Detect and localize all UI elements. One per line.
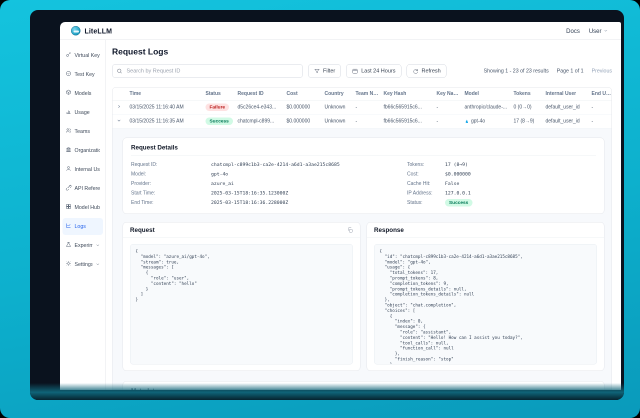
col-key-hash: Key Hash (384, 91, 437, 97)
tokens-value: 17 (8→9) (445, 162, 468, 168)
page-title: Request Logs (112, 47, 612, 57)
cost-value: $0.000000 (445, 172, 471, 178)
copy-icon[interactable] (347, 227, 353, 233)
status-badge: Success (445, 199, 472, 207)
main-content: Request Logs Filter Last 24 Hou (106, 40, 621, 390)
logs-table-card: Time Status Request ID Cost Country Team… (112, 87, 612, 390)
usage-icon (66, 108, 72, 117)
litellm-logo-icon (71, 26, 81, 36)
sidebar-item-internal-users[interactable]: Internal Users (63, 161, 104, 178)
end-time-value: 2025-03-15T18:16:36.228000Z (211, 200, 288, 206)
ip-address-value: 127.0.0.1 (445, 191, 471, 197)
azure-provider-icon (465, 119, 470, 124)
search-icon (117, 68, 123, 77)
table-header-row: Time Status Request ID Cost Country Team… (113, 88, 612, 101)
sidebar-item-experimental[interactable]: Experimental (63, 237, 104, 254)
test-key-icon (66, 70, 72, 79)
request-panel: Request { "model": "azure_ai/gpt-4o", "s… (123, 222, 361, 371)
collapse-row-icon[interactable] (117, 118, 130, 125)
search-input[interactable] (112, 64, 303, 78)
response-panel: Response { "id": "chatcmpl-c899c1b3-ca2e… (367, 222, 605, 371)
previous-page-button[interactable]: Previous (592, 68, 612, 74)
chevron-down-icon (96, 241, 101, 250)
expand-row-icon[interactable] (117, 104, 130, 111)
teams-icon (66, 127, 72, 136)
key-icon (66, 51, 72, 60)
api-reference-icon (66, 184, 72, 193)
top-navbar: LiteLLM Docs User (60, 22, 621, 40)
refresh-icon (412, 68, 418, 74)
model-value: gpt-4o (211, 172, 228, 178)
col-team-name: Team Name (356, 91, 384, 97)
col-model: Model (465, 91, 514, 97)
brand-name: LiteLLM (85, 27, 113, 35)
desktop-background: LiteLLM Docs User Virtual Keys (0, 0, 640, 418)
sidebar-item-virtual-keys[interactable]: Virtual Keys (63, 47, 104, 64)
col-time: Time (130, 91, 206, 97)
logs-icon (66, 222, 72, 231)
refresh-button[interactable]: Refresh (406, 64, 446, 78)
col-tokens: Tokens (514, 91, 546, 97)
page-indicator: Page 1 of 1 (557, 68, 584, 74)
request-id-value: chatcmpl-c899c1b3-ca2e-4214-a6d1-a3ae215… (211, 162, 340, 168)
sidebar-item-model-hub[interactable]: Model Hub (63, 199, 104, 216)
request-panel-title: Request (130, 227, 155, 234)
sidebar-item-api-reference[interactable]: API Reference (63, 180, 104, 197)
col-request-id: Request ID (238, 91, 287, 97)
toolbar: Filter Last 24 Hours Refresh Showing 1 -… (112, 64, 612, 78)
start-time-value: 2025-03-15T18:16:35.123000Z (211, 191, 288, 197)
status-badge: Failure (206, 104, 230, 112)
sidebar-item-organizations[interactable]: Organizations (63, 142, 104, 159)
user-menu-label: User (589, 27, 602, 34)
col-status: Status (206, 91, 238, 97)
status-badge: Success (206, 118, 233, 126)
expanded-row-details: Request Details Request ID:chatcmpl-c899… (113, 129, 612, 390)
col-internal-user: Internal User (546, 91, 592, 97)
pagination: Showing 1 - 23 of 23 results Page 1 of 1… (484, 68, 612, 74)
sidebar: Virtual Keys Test Key Models Usage Teams (60, 40, 106, 390)
brand: LiteLLM (71, 26, 112, 36)
response-json: { "id": "chatcmpl-c899c1b3-ca2e-4214-a6d… (374, 244, 597, 365)
filter-button[interactable]: Filter (308, 64, 341, 78)
request-json: { "model": "azure_ai/gpt-4o", "stream": … (130, 244, 353, 365)
models-icon (66, 89, 72, 98)
sidebar-item-settings[interactable]: Settings (63, 256, 104, 273)
organizations-icon (66, 146, 72, 155)
docs-link[interactable]: Docs (566, 27, 580, 34)
user-menu[interactable]: User (589, 27, 608, 34)
response-panel-title: Response (374, 227, 404, 234)
frame-bottom-glow (30, 383, 624, 400)
col-key-name: Key Name (437, 91, 465, 97)
col-cost: Cost (287, 91, 325, 97)
internal-users-icon (66, 165, 72, 174)
sidebar-item-usage[interactable]: Usage (63, 104, 104, 121)
search-box (112, 64, 303, 78)
request-details-title: Request Details (131, 144, 596, 156)
cache-hit-value: False (445, 181, 459, 187)
col-country: Country (325, 91, 356, 97)
table-row-expanded[interactable]: 03/15/2025 11:16:35 AM Success chatcmpl-… (113, 115, 612, 129)
litellm-app-window: LiteLLM Docs User Virtual Keys (60, 22, 621, 390)
model-hub-icon (66, 203, 72, 212)
filter-icon (314, 68, 320, 74)
sidebar-item-logs[interactable]: Logs (63, 218, 104, 235)
provider-value: azure_ai (211, 181, 234, 187)
browser-window-frame: LiteLLM Docs User Virtual Keys (30, 10, 624, 400)
results-count: Showing 1 - 23 of 23 results (484, 68, 549, 74)
settings-icon (66, 260, 72, 269)
sidebar-item-models[interactable]: Models (63, 85, 104, 102)
chevron-down-icon (96, 260, 101, 269)
calendar-icon (352, 68, 358, 74)
chevron-down-icon (604, 27, 609, 34)
sidebar-item-test-key[interactable]: Test Key (63, 66, 104, 83)
experimental-icon (66, 241, 72, 250)
time-range-button[interactable]: Last 24 Hours (346, 64, 401, 78)
request-details-card: Request Details Request ID:chatcmpl-c899… (123, 138, 605, 215)
col-end-user: End User (592, 91, 613, 97)
sidebar-item-teams[interactable]: Teams (63, 123, 104, 140)
table-row[interactable]: 03/15/2025 11:16:40 AM Failure d5c26ce4-… (113, 101, 612, 115)
